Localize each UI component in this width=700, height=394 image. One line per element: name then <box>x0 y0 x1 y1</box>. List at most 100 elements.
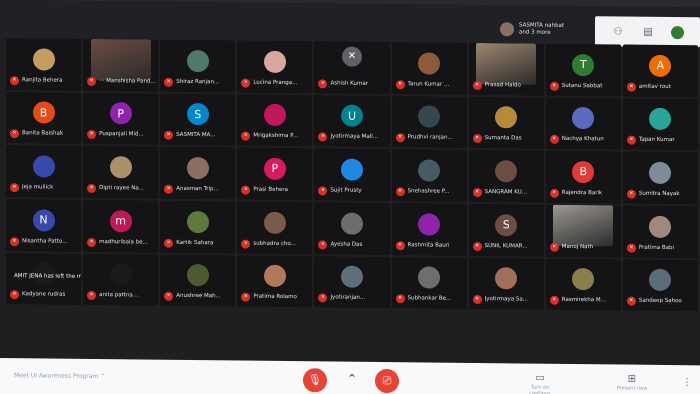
participant-tile[interactable]: N ✕ Nisantha Patto... <box>6 199 82 252</box>
mic-off-icon: ✕ <box>395 187 405 197</box>
participant-tile[interactable]: ✕ Sumanta Das <box>468 96 544 150</box>
avatar <box>186 264 209 287</box>
mic-off-icon: ✕ <box>87 183 97 194</box>
left-meeting-notice: AMIT JENA has left the meeting <box>14 273 82 281</box>
avatar: P <box>263 157 286 180</box>
participant-tile[interactable]: ✕ Nachya Khatun <box>545 97 621 150</box>
participant-name: Shiraz Ranjan... <box>176 78 220 85</box>
participant-tile[interactable]: ✕ Manoj Nath <box>545 204 621 258</box>
mic-off-icon: ✕ <box>241 78 251 88</box>
participant-tile[interactable]: ✕ subhadra cho... <box>237 201 313 254</box>
avatar <box>495 106 518 129</box>
mic-off-icon: ✕ <box>241 131 251 141</box>
mic-off-icon: ✕ <box>626 82 636 92</box>
chat-icon[interactable]: ▤ <box>641 26 655 37</box>
more-vert-icon[interactable]: ⋮ <box>682 377 692 388</box>
people-icon[interactable]: ⚇ <box>611 26 625 37</box>
participant-tile[interactable]: ✕ Anasman Trip... <box>160 147 236 200</box>
mic-off-icon: ✕ <box>626 135 636 145</box>
participant-tile[interactable]: S ✕ SUNIL KUMAR... <box>468 203 544 257</box>
participant-name: Jyotirmaya Sa... <box>484 296 528 303</box>
present-button[interactable]: ⊞ Present now <box>612 373 652 392</box>
participant-tile[interactable]: ✕ Prasad Haldo <box>468 42 544 96</box>
presenter-indicator[interactable]: SASMITA nahbat and 3 more <box>500 15 590 44</box>
participant-tile[interactable]: P ✕ Prasi Behera <box>237 147 313 201</box>
captions-button[interactable]: ▭ Turn on captions <box>520 372 560 394</box>
mic-off-icon: ✕ <box>241 239 251 249</box>
participant-tile[interactable]: ✕ SANGRAM KU... <box>468 150 544 203</box>
avatar <box>263 265 286 288</box>
participant-tile[interactable]: ✕ Dipti rayee Na... <box>83 146 159 199</box>
mic-off-icon: ✕ <box>626 243 636 253</box>
avatar: S <box>186 103 209 126</box>
participant-name: SASMITA MA... <box>176 132 216 139</box>
participant-tile[interactable]: ✕ Rashmita Bauri <box>391 203 467 256</box>
avatar <box>572 107 595 130</box>
participant-tile[interactable]: U ✕ Jyotirmaya Mall... <box>314 94 390 148</box>
participant-tile[interactable]: ✕ ··· Manshisha Pand... <box>83 38 159 92</box>
participant-name: Prasad Haldo <box>484 81 521 89</box>
mic-off-icon: ✕ <box>395 240 405 250</box>
participant-name: Jyotiranjan... <box>330 294 366 302</box>
participant-tile[interactable]: ✕ Prudhvi ranjan... <box>391 95 467 149</box>
participant-tile[interactable]: ✕ Tarun Kumar ... <box>391 42 467 95</box>
participant-tile[interactable]: ✕ Jyotiranjan... <box>314 255 390 309</box>
avatar <box>495 160 518 183</box>
mic-off-icon: ✕ <box>549 296 559 306</box>
participant-tile[interactable]: ✕ Mrigakshima P... <box>237 94 313 147</box>
participant-tile[interactable]: B ✕ Rajendra Barik <box>545 151 621 204</box>
participant-tile[interactable]: ✕ anita pattna... <box>83 253 159 306</box>
avatar <box>418 213 441 236</box>
participant-tile[interactable]: ✕ ✕ Ashish Kumar <box>314 41 390 94</box>
participant-tile[interactable]: B ✕ Banita Baishak <box>6 91 82 145</box>
participant-tile[interactable]: ✕ Pratima Rolamo <box>237 255 313 308</box>
mic-off-icon: ✕ <box>318 186 328 196</box>
mic-off-icon: ✕ <box>241 292 251 302</box>
self-avatar[interactable] <box>671 25 684 39</box>
participant-tile[interactable]: ✕ Tapan Kumar <box>622 98 698 151</box>
participant-name: Rashmita Bauri <box>407 241 450 249</box>
participant-tile[interactable]: ✕ Kartik Sahara <box>160 200 236 254</box>
participant-tile[interactable]: ✕ Ayesha Das <box>314 202 390 255</box>
avatar: m <box>109 209 132 233</box>
participant-tile[interactable]: ✕ Sumitra Nayak <box>622 151 698 205</box>
participant-tile[interactable]: ✕ Lucina Pranga... <box>237 40 313 93</box>
participant-tile[interactable]: ✕ Shiraz Ranjan... <box>160 39 236 93</box>
participant-tile[interactable]: S ✕ SASMITA MA... <box>160 93 236 146</box>
participant-tile[interactable]: P ✕ Puspanjali Mid... <box>83 92 159 145</box>
participant-video <box>553 204 614 247</box>
participant-name: Tarun Kumar ... <box>407 80 450 88</box>
participant-tile[interactable]: AMIT JENA has left the meeting ✕ Kadyane r… <box>6 252 82 306</box>
mic-button[interactable]: 🎙 <box>303 368 327 393</box>
participant-tile[interactable]: m ✕ madhuribala be... <box>83 199 159 253</box>
participant-tile[interactable]: T ✕ Sutanu Sabbat <box>545 43 621 97</box>
participant-name: Rajendra Barik <box>561 189 603 197</box>
camera-button[interactable]: ⎚ <box>375 368 399 394</box>
participant-tile[interactable]: A ✕ amitav rout <box>622 44 698 97</box>
mic-off-icon: ✕ <box>472 187 482 198</box>
participant-name: Kadyane rudras <box>22 291 66 299</box>
participant-tile[interactable]: ✕ Jyotirmaya Sa... <box>468 257 544 311</box>
participant-tile[interactable]: ✕ Sandeep Sahoo <box>622 259 698 312</box>
mic-off-icon: ✕ <box>318 78 328 89</box>
avatar <box>649 108 672 131</box>
participant-tile[interactable]: ✕ Rasmirekha M... <box>545 258 621 311</box>
close-icon[interactable]: ✕ <box>341 46 362 67</box>
mic-off-icon: ✕ <box>626 296 636 306</box>
participant-tile[interactable]: ✕ Subhankar Be... <box>391 256 467 310</box>
participant-tile[interactable]: ✕ Jeja mullick <box>6 145 82 198</box>
participant-tile[interactable]: ✕ Ranjita Behera <box>6 38 82 91</box>
participant-tile[interactable]: ✕ Anushree Mah... <box>160 254 236 307</box>
participant-tile[interactable]: ✕ Snehashree P... <box>391 149 467 202</box>
participant-name: Rasmirekha M... <box>561 297 606 304</box>
bottom-control-bar: Meet UI Awareness Program ^ 🎙 ⌃ ⎚ ▭ Turn… <box>0 358 700 394</box>
participant-tile[interactable]: ✕ Pratima Babi <box>622 205 698 258</box>
mic-off-icon: ✕ <box>164 184 174 194</box>
mic-off-icon: ✕ <box>549 81 559 91</box>
avatar <box>340 158 363 181</box>
mic-off-icon: ✕ <box>164 131 174 141</box>
participant-tile[interactable]: ✕ Sujit Prusty <box>314 148 390 202</box>
more-options-icon[interactable]: ⌃ <box>347 372 357 386</box>
meeting-title[interactable]: Meet UI Awareness Program ^ <box>14 372 105 380</box>
participant-name: Jyotirmaya Mall... <box>330 133 379 141</box>
